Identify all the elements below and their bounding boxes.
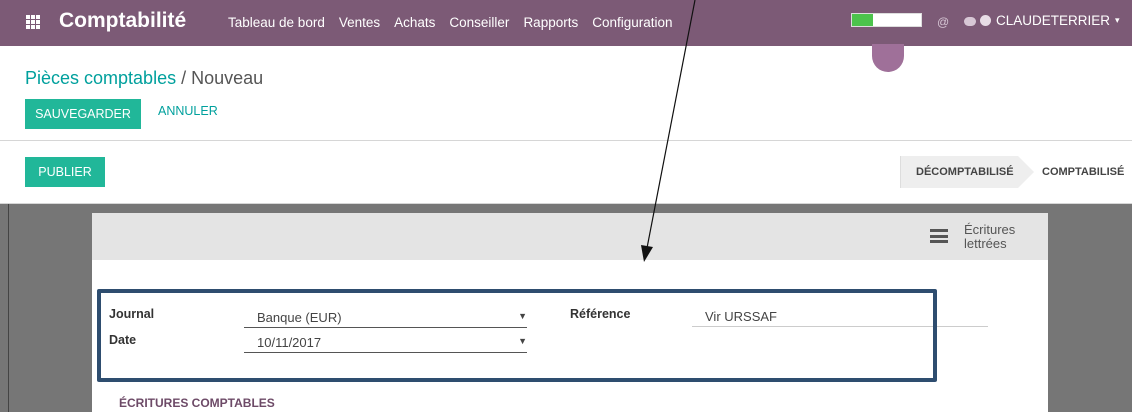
progress-fill	[852, 14, 873, 26]
journal-items-section-title: ÉCRITURES COMPTABLES	[119, 396, 275, 410]
user-name: CLAUDETERRIER	[996, 13, 1111, 28]
at-icon[interactable]: @	[937, 15, 949, 29]
reconciled-entries-button[interactable]: Écritures lettrées	[964, 223, 1034, 251]
edge-line	[8, 204, 9, 412]
save-button[interactable]: SAUVEGARDER	[25, 99, 141, 129]
avatar	[980, 15, 991, 26]
user-menu[interactable]: CLAUDETERRIER ▾	[980, 13, 1120, 28]
breadcrumb: Pièces comptables / Nouveau	[25, 68, 263, 89]
onboarding-progress-bar[interactable]	[851, 13, 922, 27]
list-icon[interactable]	[930, 229, 948, 243]
cancel-button[interactable]: ANNULER	[158, 104, 218, 118]
menu-item-sales[interactable]: Ventes	[339, 15, 380, 30]
menu-item-purchases[interactable]: Achats	[394, 15, 435, 30]
highlight-frame	[97, 289, 937, 382]
status-step-posted-label: COMPTABILISÉ	[1042, 166, 1125, 178]
breadcrumb-parent[interactable]: Pièces comptables	[25, 68, 176, 88]
menu-item-advisor[interactable]: Conseiller	[449, 15, 509, 30]
app-title[interactable]: Comptabilité	[59, 9, 186, 33]
reconciled-label-line1: Écritures	[964, 222, 1016, 237]
menu-item-reports[interactable]: Rapports	[523, 15, 578, 30]
reconciled-label-line2: lettrées	[964, 236, 1007, 251]
progress-handle[interactable]	[872, 44, 904, 72]
status-step-unposted[interactable]: DÉCOMPTABILISÉ	[900, 156, 1034, 188]
menu-item-configuration[interactable]: Configuration	[592, 15, 672, 30]
breadcrumb-current: Nouveau	[191, 68, 264, 88]
status-step-posted[interactable]: COMPTABILISÉ	[1018, 156, 1132, 188]
divider	[0, 140, 1132, 141]
main-menu: Tableau de bord Ventes Achats Conseiller…	[228, 15, 673, 30]
menu-item-dashboard[interactable]: Tableau de bord	[228, 15, 325, 30]
button-box: Écritures lettrées	[92, 213, 1048, 260]
top-navbar: Comptabilité Tableau de bord Ventes Acha…	[0, 0, 1132, 46]
chat-icon[interactable]	[964, 17, 976, 26]
caret-down-icon: ▾	[1115, 15, 1120, 25]
apps-grid-icon[interactable]	[26, 15, 40, 29]
publish-button[interactable]: PUBLIER	[25, 157, 105, 187]
breadcrumb-separator: /	[181, 68, 187, 88]
status-step-unposted-label: DÉCOMPTABILISÉ	[916, 166, 1014, 178]
status-bar: DÉCOMPTABILISÉ COMPTABILISÉ	[900, 156, 1132, 188]
